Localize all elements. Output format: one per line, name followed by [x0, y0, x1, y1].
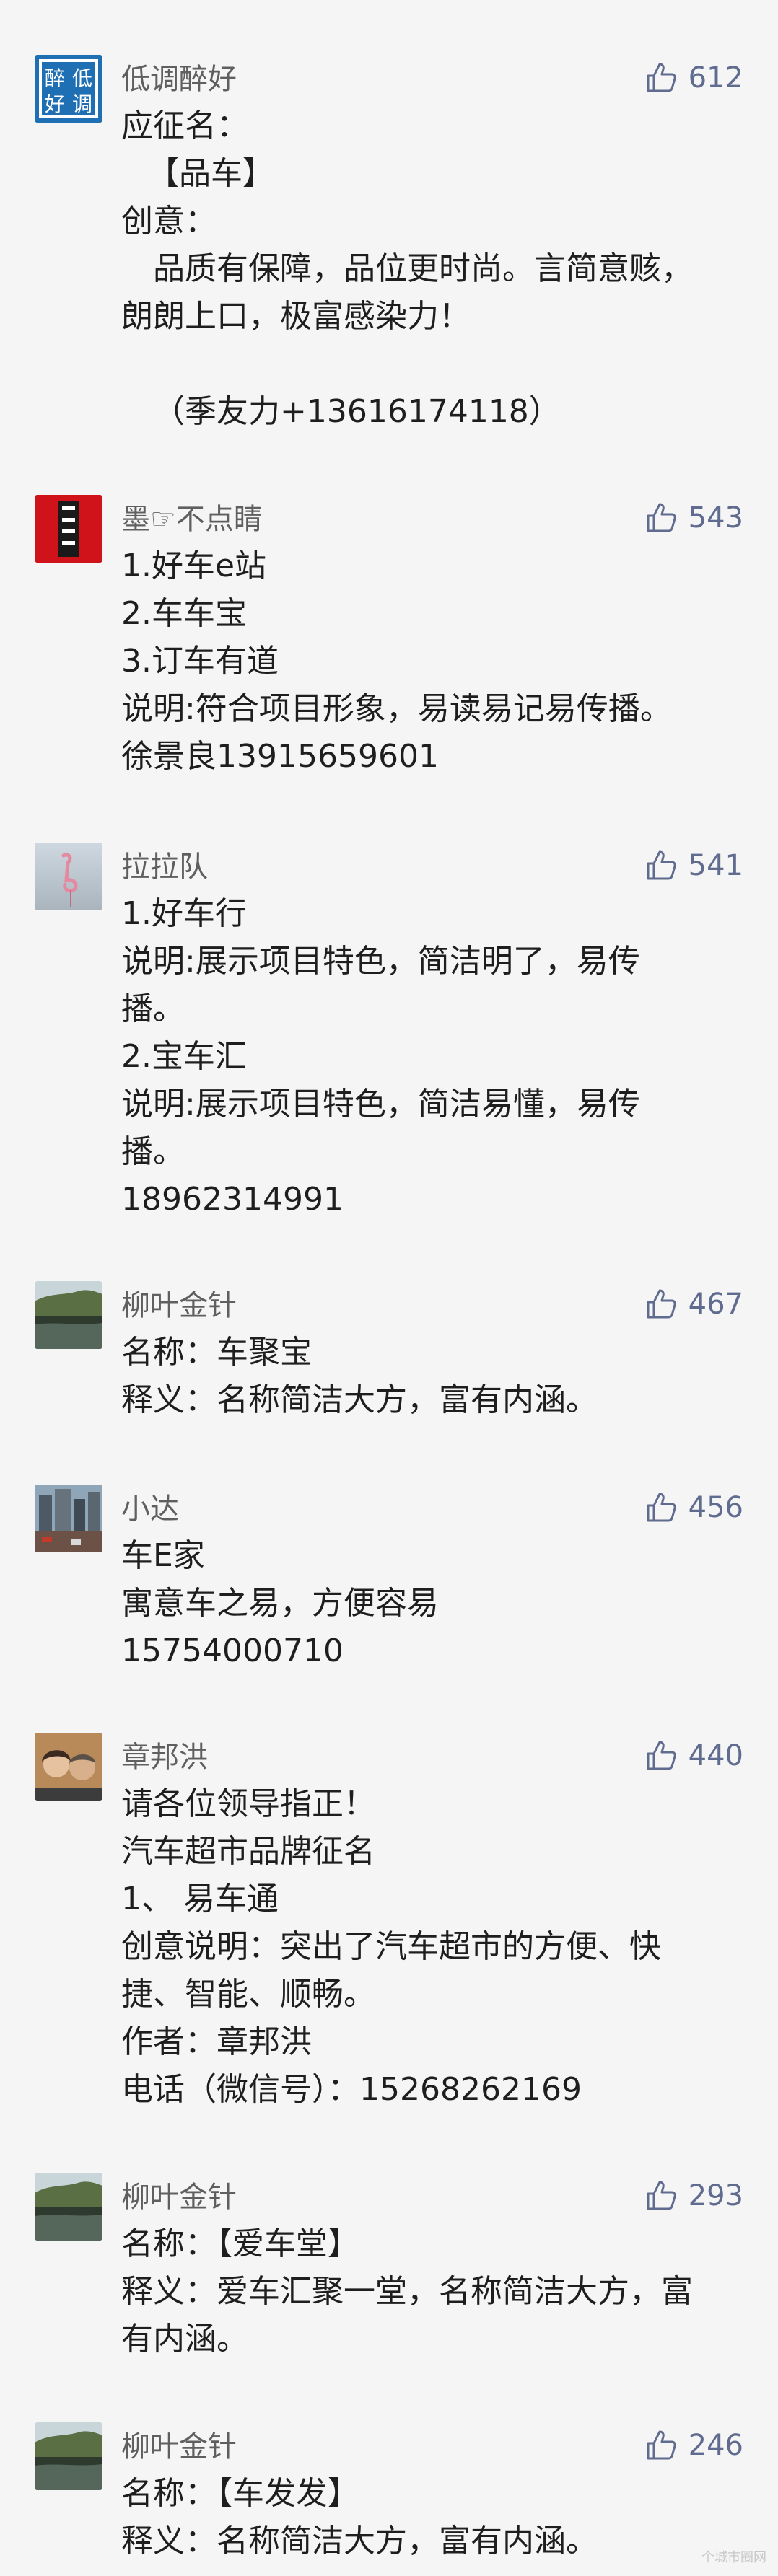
- comment-line: 1.好车行: [121, 895, 247, 932]
- thumbs-up-icon: [647, 1741, 676, 1770]
- comment-line: 2.车车宝: [121, 595, 247, 632]
- comment-line: 有内涵。: [121, 2321, 248, 2357]
- comment-line: 播。: [121, 990, 185, 1027]
- svg-text:调: 调: [72, 92, 92, 116]
- comment-line: 15754000710: [121, 1632, 344, 1669]
- like-button[interactable]: 293: [644, 2176, 743, 2216]
- avatar[interactable]: 醉 低 好 调: [35, 55, 102, 123]
- comment-line: 创意：: [121, 203, 217, 239]
- comment-line: 名称：【车发发】: [121, 2475, 359, 2512]
- thumbs-up-icon: [647, 2430, 676, 2460]
- like-count: 612: [688, 61, 743, 94]
- like-button[interactable]: 456: [644, 1487, 743, 1528]
- comment-line: 播。: [121, 1133, 185, 1170]
- thumbs-up-icon: [647, 850, 676, 880]
- comment-line: [121, 340, 742, 388]
- like-count: 541: [688, 849, 743, 882]
- comment-line: 朗朗上口，极富感染力！: [121, 298, 471, 335]
- avatar[interactable]: [35, 495, 102, 563]
- comment-line: （季友力+13616174118）: [153, 393, 561, 430]
- like-button[interactable]: 543: [644, 498, 743, 538]
- thumbs-up-icon: [647, 1493, 676, 1522]
- comment-line: 1.好车e站: [121, 548, 267, 584]
- like-count: 246: [688, 2429, 743, 2462]
- comment-line: 徐景良13915659601: [121, 738, 439, 775]
- comment-line: 2.宝车汇: [121, 1038, 247, 1075]
- calligraphy-logo-avatar-icon: 醉 低 好 调: [35, 55, 102, 123]
- comment-line: 应征名：: [121, 107, 248, 144]
- thumbs-up-icon: [647, 63, 676, 92]
- thumbs-up-icon: [647, 2181, 676, 2210]
- comment-nickname[interactable]: 章邦洪: [121, 1738, 208, 1776]
- comment-line: 汽车超市品牌征名: [121, 1833, 375, 1870]
- landscape-photo-avatar-icon: [35, 2173, 102, 2241]
- comment-nickname[interactable]: 拉拉队: [121, 848, 208, 886]
- comment-line: 【品车】: [147, 155, 274, 192]
- like-button[interactable]: 467: [644, 1284, 743, 1324]
- thumbs-up-icon: [647, 1289, 676, 1319]
- like-count: 456: [688, 1491, 743, 1524]
- like-button[interactable]: 440: [644, 1736, 743, 1776]
- comment-body: 车E家 寓意车之易，方便容易 15754000710: [121, 1532, 742, 1675]
- like-count: 293: [688, 2179, 743, 2212]
- comment-line: 说明:展示项目特色，简洁易懂，易传: [121, 1086, 640, 1122]
- comment-body: 1.好车e站 2.车车宝 3.订车有道 说明:符合项目形象，易读易记易传播。 徐…: [121, 542, 742, 781]
- comment-line: 作者：章邦洪: [121, 2023, 312, 2060]
- watermark: 个城市圈网: [701, 2550, 766, 2565]
- comment-body: 名称：【爱车堂】 释义：爱车汇聚一堂，名称简洁大方，富 有内涵。: [121, 2220, 742, 2363]
- avatar[interactable]: [35, 1281, 102, 1349]
- like-button[interactable]: 246: [644, 2425, 743, 2466]
- comment-line: 创意说明：突出了汽车超市的方便、快: [121, 1928, 661, 1965]
- flamingo-photo-avatar-icon: [35, 843, 102, 910]
- comment-line: 电话（微信号）：15268262169: [121, 2071, 582, 2108]
- couple-photo-avatar-icon: [35, 1733, 102, 1801]
- comment-body: 请各位领导指正！ 汽车超市品牌征名 1、 易车通 创意说明：突出了汽车超市的方便…: [121, 1780, 742, 2114]
- landscape-photo-avatar-icon: [35, 2422, 102, 2490]
- landscape-photo-avatar-icon: [35, 1281, 102, 1349]
- comment-line: 说明:符合项目形象，易读易记易传播。: [121, 690, 672, 727]
- like-count: 440: [688, 1739, 743, 1772]
- red-seal-avatar-icon: [35, 495, 102, 563]
- svg-text:好: 好: [45, 92, 65, 116]
- comment-line: 寓意车之易，方便容易: [121, 1585, 439, 1622]
- comment-line: 说明:展示项目特色，简洁明了，易传: [121, 943, 640, 980]
- comment-line: 释义：名称简洁大方，富有内涵。: [121, 2523, 598, 2559]
- comment-line: 名称：【爱车堂】: [121, 2225, 359, 2262]
- svg-text:醉: 醉: [45, 66, 65, 90]
- like-count: 543: [688, 501, 743, 535]
- comment-line: 名称：车聚宝: [121, 1334, 312, 1371]
- city-photo-avatar-icon: [35, 1485, 102, 1552]
- comment-nickname[interactable]: 柳叶金针: [121, 2179, 237, 2216]
- comment-line: 释义：爱车汇聚一堂，名称简洁大方，富: [121, 2273, 693, 2310]
- comment-line: 1、 易车通: [121, 1881, 279, 1917]
- comment-line: 车E家: [121, 1537, 205, 1574]
- svg-text:低: 低: [72, 66, 92, 90]
- comment-nickname[interactable]: 柳叶金针: [121, 1287, 237, 1324]
- comment-nickname[interactable]: 柳叶金针: [121, 2428, 237, 2466]
- comment-body: 名称：【车发发】 释义：名称简洁大方，富有内涵。: [121, 2470, 742, 2565]
- comment-line: 品质有保障，品位更时尚。言简意赅，: [153, 250, 693, 287]
- avatar[interactable]: [35, 1733, 102, 1801]
- comment-nickname[interactable]: 墨☞不点睛: [121, 501, 263, 538]
- comment-nickname[interactable]: 低调醉好: [121, 61, 237, 98]
- thumbs-up-icon: [647, 503, 676, 532]
- comment-line: 请各位领导指正！: [121, 1785, 375, 1822]
- like-button[interactable]: 612: [644, 58, 743, 98]
- comment-body: 应征名： 【品车】 创意： 品质有保障，品位更时尚。言简意赅， 朗朗上口，极富感…: [121, 102, 742, 436]
- comment-line: 释义：名称简洁大方，富有内涵。: [121, 1381, 598, 1418]
- comment-line: 3.订车有道: [121, 643, 279, 680]
- comment-nickname[interactable]: 小达: [121, 1490, 179, 1528]
- avatar[interactable]: [35, 2173, 102, 2241]
- avatar[interactable]: [35, 2422, 102, 2490]
- avatar[interactable]: [35, 843, 102, 910]
- comment-line: 捷、智能、顺畅。: [121, 1976, 375, 2013]
- comment-body: 1.好车行 说明:展示项目特色，简洁明了，易传 播。 2.宝车汇 说明:展示项目…: [121, 890, 742, 1223]
- like-count: 467: [688, 1288, 743, 1321]
- like-button[interactable]: 541: [644, 845, 743, 886]
- comment-body: 名称：车聚宝 释义：名称简洁大方，富有内涵。: [121, 1329, 742, 1424]
- avatar[interactable]: [35, 1485, 102, 1552]
- comment-line: 18962314991: [121, 1181, 344, 1218]
